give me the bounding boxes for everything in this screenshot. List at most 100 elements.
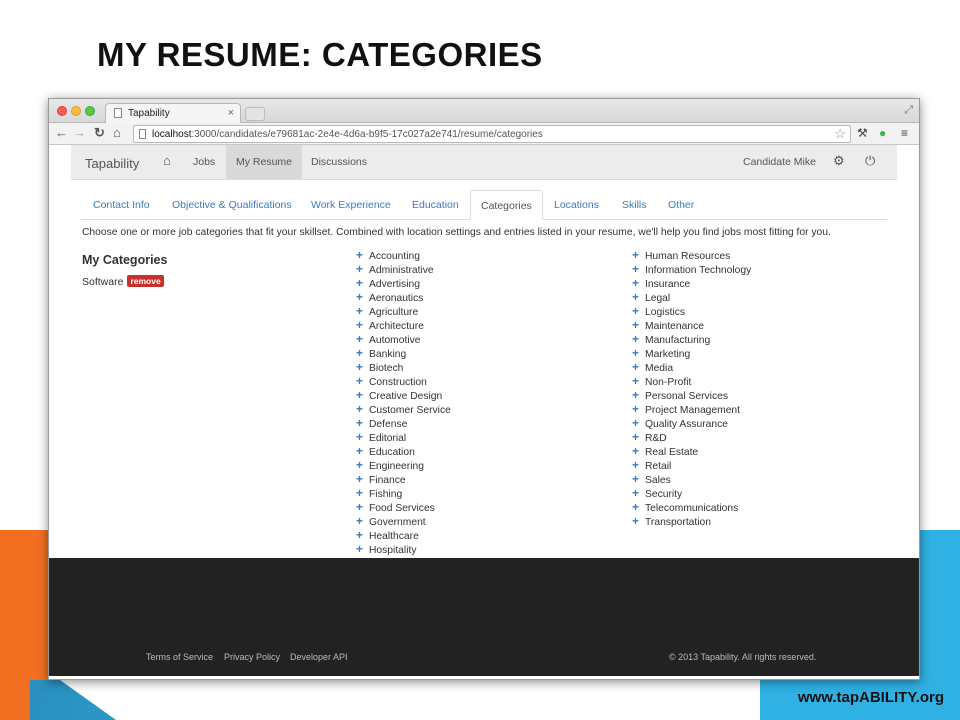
home-button-icon[interactable]: ⌂ [113,126,121,140]
category-item[interactable]: + Editorial [356,430,451,444]
category-item[interactable]: + Quality Assurance [632,416,751,430]
category-item[interactable]: + Non-Profit [632,374,751,388]
plus-icon[interactable]: + [632,332,642,346]
plus-icon[interactable]: + [632,430,642,444]
category-item[interactable]: + Marketing [632,346,751,360]
category-item[interactable]: + Media [632,360,751,374]
nav-my-resume[interactable]: My Resume [226,145,303,180]
browser-tab[interactable]: Tapability × [105,103,241,123]
tab-categories[interactable]: Categories [470,190,543,220]
remove-button[interactable]: remove [127,275,164,287]
category-item[interactable]: + Advertising [356,276,451,290]
extension-icon[interactable]: ● [879,126,886,140]
plus-icon[interactable]: + [632,444,642,458]
category-item[interactable]: + Project Management [632,402,751,416]
category-item[interactable]: + Finance [356,472,451,486]
plus-icon[interactable]: + [632,318,642,332]
category-item[interactable]: + Healthcare [356,528,451,542]
plus-icon[interactable]: + [356,290,366,304]
category-item[interactable]: + Human Resources [632,248,751,262]
category-item[interactable]: + Personal Services [632,388,751,402]
plus-icon[interactable]: + [356,402,366,416]
plus-icon[interactable]: + [632,374,642,388]
plus-icon[interactable]: + [356,472,366,486]
category-item[interactable]: + Accounting [356,248,451,262]
category-item[interactable]: + Education [356,444,451,458]
footer-privacy-link[interactable]: Privacy Policy [224,652,280,662]
nav-discussions[interactable]: Discussions [311,145,367,180]
home-icon[interactable]: ⌂ [163,153,171,168]
category-item[interactable]: + Food Services [356,500,451,514]
menu-icon[interactable]: ≡ [901,126,908,140]
user-menu[interactable]: Candidate Mike [743,156,816,168]
category-item[interactable]: + Biotech [356,360,451,374]
plus-icon[interactable]: + [632,500,642,514]
plus-icon[interactable]: + [356,262,366,276]
plus-icon[interactable]: + [356,276,366,290]
category-item[interactable]: + Real Estate [632,444,751,458]
plus-icon[interactable]: + [632,346,642,360]
category-item[interactable]: + Engineering [356,458,451,472]
category-item[interactable]: + Insurance [632,276,751,290]
power-icon[interactable]: ⏻ [865,153,875,169]
plus-icon[interactable]: + [356,514,366,528]
plus-icon[interactable]: + [632,276,642,290]
brand-logo[interactable]: Tapability [85,156,139,171]
tab-objective-qualifications[interactable]: Objective & Qualifications [172,190,292,220]
category-item[interactable]: + Hospitality [356,542,451,556]
footer-terms-link[interactable]: Terms of Service [146,652,213,662]
tab-education[interactable]: Education [412,190,459,220]
category-item[interactable]: + Government [356,514,451,528]
plus-icon[interactable]: + [356,458,366,472]
back-icon[interactable]: ← [55,126,68,140]
wrench-icon[interactable]: ⚒ [857,126,868,140]
nav-jobs[interactable]: Jobs [193,145,215,180]
plus-icon[interactable]: + [632,472,642,486]
category-item[interactable]: + Retail [632,458,751,472]
category-item[interactable]: + Security [632,486,751,500]
category-item[interactable]: + R&D [632,430,751,444]
category-item[interactable]: + Fishing [356,486,451,500]
plus-icon[interactable]: + [356,318,366,332]
plus-icon[interactable]: + [356,430,366,444]
reload-icon[interactable]: ↻ [94,126,105,140]
tab-locations[interactable]: Locations [554,190,599,220]
category-item[interactable]: + Administrative [356,262,451,276]
gear-icon[interactable]: ⚙ [833,153,845,169]
new-tab-button[interactable] [245,107,265,121]
plus-icon[interactable]: + [632,514,642,528]
minimize-window-button[interactable] [71,106,81,116]
maximize-window-button[interactable] [85,106,95,116]
plus-icon[interactable]: + [356,444,366,458]
plus-icon[interactable]: + [356,416,366,430]
category-item[interactable]: + Manufacturing [632,332,751,346]
category-item[interactable]: + Banking [356,346,451,360]
category-item[interactable]: + Logistics [632,304,751,318]
category-item[interactable]: + Architecture [356,318,451,332]
plus-icon[interactable]: + [632,248,642,262]
category-item[interactable]: + Creative Design [356,388,451,402]
category-item[interactable]: + Customer Service [356,402,451,416]
tab-close-icon[interactable]: × [228,107,234,119]
plus-icon[interactable]: + [356,304,366,318]
plus-icon[interactable]: + [356,360,366,374]
plus-icon[interactable]: + [632,360,642,374]
plus-icon[interactable]: + [632,416,642,430]
close-window-button[interactable] [57,106,67,116]
footer-developer-api-link[interactable]: Developer API [290,652,348,662]
plus-icon[interactable]: + [356,486,366,500]
plus-icon[interactable]: + [356,528,366,542]
star-icon[interactable]: ☆ [834,126,846,142]
fullscreen-icon[interactable]: ⤢ [904,104,913,117]
category-item[interactable]: + Automotive [356,332,451,346]
plus-icon[interactable]: + [356,346,366,360]
plus-icon[interactable]: + [632,304,642,318]
category-item[interactable]: + Sales [632,472,751,486]
plus-icon[interactable]: + [632,262,642,276]
plus-icon[interactable]: + [632,458,642,472]
tab-other[interactable]: Other [668,190,694,220]
plus-icon[interactable]: + [356,542,366,556]
category-item[interactable]: + Defense [356,416,451,430]
plus-icon[interactable]: + [632,290,642,304]
category-item[interactable]: + Aeronautics [356,290,451,304]
